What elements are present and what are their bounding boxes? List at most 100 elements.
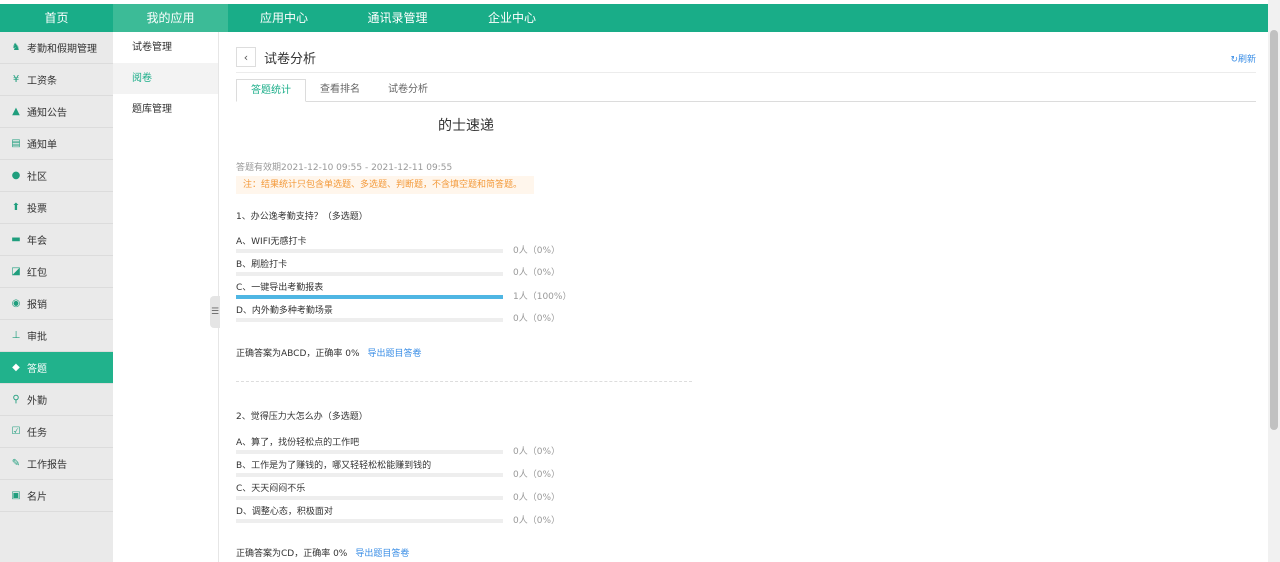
- tab-exam-analysis[interactable]: 试卷分析: [374, 79, 442, 102]
- option-label: D、调整心态，积极面对: [236, 507, 333, 517]
- party-icon: ▬: [11, 234, 21, 245]
- option-bar: [236, 318, 503, 322]
- sidebar-item-work-report[interactable]: ✎ 工作报告: [0, 448, 113, 480]
- sidebar-item-label: 考勤和假期管理: [27, 44, 97, 55]
- sidebar-item-label: 答题: [27, 364, 47, 375]
- nav-enterprise[interactable]: 企业中心: [455, 4, 569, 32]
- option-label: B、刷脸打卡: [236, 260, 288, 270]
- question-title: 1、办公逸考勤支持？（多选题）: [236, 212, 368, 222]
- bell-icon: ▲: [12, 106, 20, 117]
- sidebar-item-approval[interactable]: ⊥ 审批: [0, 320, 113, 352]
- tab-answer-stats[interactable]: 答题统计: [236, 79, 306, 102]
- quiz-icon: ◆: [12, 362, 20, 373]
- sidebar-item-field-work[interactable]: ⚲ 外勤: [0, 384, 113, 416]
- subnav-item-question-bank[interactable]: 题库管理: [113, 94, 218, 125]
- correct-answer-text: 正确答案为ABCD，正确率 0%: [236, 349, 360, 359]
- chevron-left-icon: ‹: [243, 50, 249, 64]
- sidebar-item-label: 通知公告: [27, 108, 67, 119]
- exam-title: 的士速递: [438, 118, 494, 134]
- export-answers-link[interactable]: 导出题目答卷: [368, 349, 422, 359]
- title-divider: [236, 72, 1256, 73]
- option-label: B、工作是为了赚钱的，哪又轻轻松松能赚到钱的: [236, 461, 432, 471]
- approval-icon: ⊥: [11, 330, 21, 341]
- option-count: 0人（0%）: [513, 516, 561, 526]
- refresh-label: 刷新: [1237, 55, 1256, 65]
- question-divider: [236, 381, 692, 382]
- salary-icon: ¥: [12, 74, 20, 85]
- correct-answer-text: 正确答案为CD，正确率 0%: [236, 549, 348, 559]
- card-icon: ▣: [11, 490, 21, 501]
- stats-note: 注：结果统计只包含单选题、多选题、判断题，不含填空题和简答题。: [236, 176, 534, 194]
- chat-icon: ●: [11, 170, 21, 181]
- sidebar-item-label: 审批: [27, 332, 47, 343]
- refresh-button[interactable]: ↻刷新: [1230, 52, 1256, 65]
- sidebar-item-vote[interactable]: ⬆ 投票: [0, 192, 113, 224]
- top-nav: 首页 我的应用 应用中心 通讯录管理 企业中心: [0, 4, 1268, 32]
- option-label: D、内外勤多种考勤场景: [236, 306, 333, 316]
- sidebar-item-attendance[interactable]: ♞ 考勤和假期管理: [0, 32, 113, 64]
- sidebar-item-reimburse[interactable]: ◉ 报销: [0, 288, 113, 320]
- subnav-item-exam-manage[interactable]: 试卷管理: [113, 32, 218, 63]
- title-row: ‹ 试卷分析: [236, 46, 316, 68]
- option-count: 1人（100%）: [513, 292, 572, 302]
- tab-ranking[interactable]: 查看排名: [306, 79, 374, 102]
- option-bar-fill: [236, 295, 503, 299]
- sidebar-item-red-packet[interactable]: ◪ 红包: [0, 256, 113, 288]
- sidebar-item-community[interactable]: ● 社区: [0, 160, 113, 192]
- app-sidebar: ♞ 考勤和假期管理 ¥ 工资条 ▲ 通知公告 ▤ 通知单 ● 社区 ⬆ 投票 ▬ 年会 ◪ 红包…: [0, 32, 113, 562]
- report-icon: ✎: [11, 458, 21, 469]
- sidebar-item-label: 名片: [27, 492, 47, 503]
- reimburse-icon: ◉: [11, 298, 21, 309]
- main-content: ‹ 试卷分析 ↻刷新 答题统计 查看排名 试卷分析 的士速递 答题有效期2021…: [236, 32, 1256, 562]
- notice-icon: ▤: [11, 138, 21, 149]
- collapse-handle[interactable]: ☰: [210, 296, 220, 328]
- scrollbar-thumb[interactable]: [1270, 30, 1278, 430]
- sidebar-item-label: 社区: [27, 172, 47, 183]
- refresh-icon: ↻: [1230, 55, 1238, 65]
- option-count: 0人（0%）: [513, 246, 561, 256]
- nav-my-apps[interactable]: 我的应用: [113, 4, 228, 32]
- nav-app-center[interactable]: 应用中心: [228, 4, 340, 32]
- answer-summary: 正确答案为ABCD，正确率 0% 导出题目答卷: [236, 346, 422, 359]
- sidebar-item-quiz[interactable]: ◆ 答题: [0, 352, 113, 384]
- sidebar-item-label: 年会: [27, 236, 47, 247]
- sidebar-item-label: 通知单: [27, 140, 57, 151]
- task-icon: ☑: [11, 426, 21, 437]
- sidebar-item-salary[interactable]: ¥ 工资条: [0, 64, 113, 96]
- subnav-item-grading[interactable]: 阅卷: [113, 63, 218, 94]
- option-bar: [236, 295, 503, 299]
- sidebar-item-label: 红包: [27, 268, 47, 279]
- page-title: 试卷分析: [264, 51, 317, 67]
- option-count: 0人（0%）: [513, 447, 561, 457]
- option-bar: [236, 450, 503, 454]
- sidebar-item-label: 投票: [27, 204, 47, 215]
- option-bar: [236, 473, 503, 477]
- option-bar: [236, 496, 503, 500]
- option-bar: [236, 272, 503, 276]
- vote-icon: ⬆: [11, 202, 21, 213]
- sidebar-item-annual-party[interactable]: ▬ 年会: [0, 224, 113, 256]
- menu-icon: ☰: [210, 307, 220, 317]
- export-answers-link[interactable]: 导出题目答卷: [355, 549, 409, 559]
- option-count: 0人（0%）: [513, 493, 561, 503]
- sidebar-item-task[interactable]: ☑ 任务: [0, 416, 113, 448]
- nav-contacts[interactable]: 通讯录管理: [340, 4, 455, 32]
- location-icon: ⚲: [12, 394, 20, 405]
- sidebar-item-label: 工作报告: [27, 460, 67, 471]
- sidebar-item-label: 任务: [27, 428, 47, 439]
- option-count: 0人（0%）: [513, 470, 561, 480]
- sidebar-item-notice[interactable]: ▤ 通知单: [0, 128, 113, 160]
- sidebar-item-business-card[interactable]: ▣ 名片: [0, 480, 113, 512]
- option-label: A、WIFI无感打卡: [236, 237, 307, 247]
- answer-summary: 正确答案为CD，正确率 0% 导出题目答卷: [236, 546, 409, 559]
- back-button[interactable]: ‹: [236, 47, 256, 67]
- option-label: C、一键导出考勤报表: [236, 283, 324, 293]
- nav-home[interactable]: 首页: [0, 4, 113, 32]
- tab-bar: 答题统计 查看排名 试卷分析: [236, 79, 1256, 102]
- sidebar-item-announcement[interactable]: ▲ 通知公告: [0, 96, 113, 128]
- question-title: 2、觉得压力大怎么办（多选题）: [236, 412, 368, 422]
- page-scrollbar[interactable]: [1268, 0, 1280, 562]
- option-label: A、算了，找份轻松点的工作吧: [236, 438, 360, 448]
- option-count: 0人（0%）: [513, 268, 561, 278]
- option-bar: [236, 519, 503, 523]
